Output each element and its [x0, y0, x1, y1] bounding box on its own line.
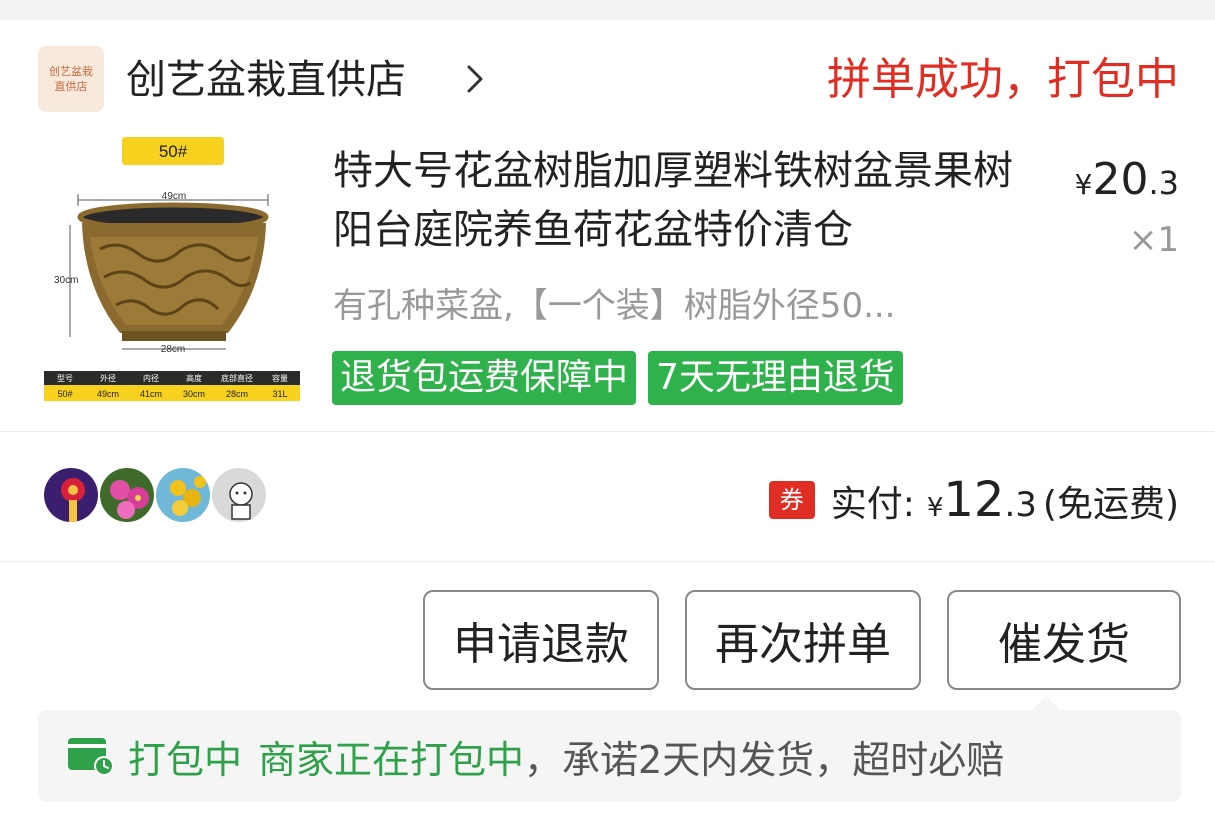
- shipping-notice: 打包中 商家正在打包中 ，承诺2天内发货，超时必赔: [38, 710, 1181, 802]
- spec-table-cell: 30cm: [183, 389, 205, 399]
- paid-symbol: ¥: [926, 493, 944, 523]
- notice-text: ，承诺2天内发货，超时必赔: [524, 737, 1005, 782]
- shop-logo-line2: 直供店: [54, 80, 88, 93]
- avatar: [42, 466, 100, 524]
- spec-table-cell: 49cm: [97, 389, 119, 399]
- spec-table-header: 容量: [272, 373, 288, 383]
- spec-table-header: 外径: [100, 373, 116, 383]
- avatar: [154, 466, 212, 524]
- service-tags: 退货包运费保障中 7天无理由退货: [332, 351, 903, 405]
- product-image[interactable]: 50# 49cm 41cm 30cm 28cm 型号: [38, 137, 306, 405]
- actual-payment: 券 实付: ¥ 12 .3 (免运费): [768, 472, 1179, 528]
- price-symbol: ¥: [1074, 168, 1093, 201]
- dim-outer-label: 49cm: [162, 191, 186, 202]
- order-status: 拼单成功，打包中: [827, 54, 1179, 105]
- spec-table-header: 型号: [57, 374, 73, 383]
- free-shipping-note: (免运费): [1042, 484, 1179, 525]
- dim-bottom-label: 28cm: [161, 344, 185, 355]
- request-refund-button[interactable]: 申请退款: [423, 590, 659, 690]
- avatar: [210, 466, 268, 524]
- spec-table-cell: 28cm: [226, 389, 248, 399]
- shop-logo[interactable]: 创艺盆栽 直供店: [38, 46, 104, 112]
- regroup-button[interactable]: 再次拼单: [685, 590, 921, 690]
- price-integer: 20: [1092, 154, 1149, 205]
- dim-height-label: 30cm: [54, 275, 78, 286]
- urge-shipping-button[interactable]: 催发货: [947, 590, 1181, 690]
- spec-table-header: 内径: [143, 373, 159, 383]
- spec-table-header: 高度: [186, 373, 202, 383]
- size-badge: 50#: [159, 142, 188, 161]
- spec-table-cell: 41cm: [140, 389, 162, 399]
- notice-status: 打包中: [128, 737, 243, 782]
- divider: [0, 431, 1215, 432]
- group-members[interactable]: [42, 466, 268, 524]
- product-quantity: ×1: [1128, 220, 1179, 260]
- divider: [0, 561, 1215, 562]
- notice-highlight: 商家正在打包中: [258, 737, 525, 782]
- paid-amount-integer: 12: [943, 472, 1005, 528]
- paid-label: 实付:: [830, 484, 915, 525]
- spec-table-cell: 31L: [272, 389, 287, 399]
- coupon-badge: 券: [768, 481, 815, 519]
- product-title[interactable]: 特大号花盆树脂加厚塑料铁树盆景果树阳台庭院养鱼荷花盆特价清仓: [333, 142, 1033, 260]
- shop-logo-line1: 创艺盆栽: [49, 65, 93, 78]
- spec-table-cell: 50#: [57, 389, 72, 399]
- product-price: ¥20.3: [1075, 154, 1179, 205]
- spec-table-header: 底部直径: [221, 373, 253, 383]
- paid-amount-decimal: .3: [1004, 485, 1037, 525]
- tag-7day-return: 7天无理由退货: [648, 351, 903, 405]
- avatar: [98, 466, 156, 524]
- truck-clock-icon: [68, 738, 114, 776]
- order-card: 创艺盆栽 直供店 创艺盆栽直供店 拼单成功，打包中 50# 49cm 41cm: [0, 20, 1215, 826]
- tag-return-shipping: 退货包运费保障中: [332, 351, 637, 405]
- product-spec: 有孔种菜盆,【一个装】树脂外径50...: [333, 286, 896, 326]
- chevron-right-icon[interactable]: [463, 64, 487, 94]
- price-decimal: .3: [1148, 164, 1179, 202]
- shop-name-link[interactable]: 创艺盆栽直供店: [126, 54, 406, 106]
